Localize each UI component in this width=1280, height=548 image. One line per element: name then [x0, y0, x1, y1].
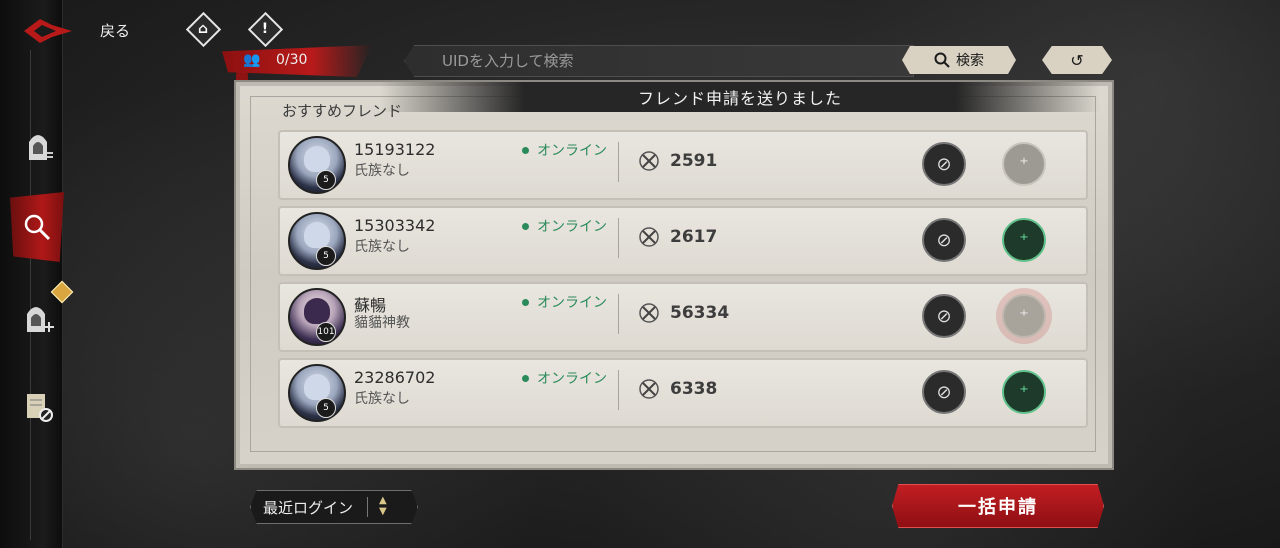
search-button-label: 検索 — [956, 53, 984, 69]
sort-arrows-icon: ▲ ▼ — [379, 495, 387, 517]
combat-power: 56334 — [670, 303, 730, 323]
block-icon: ⊘ — [936, 305, 952, 327]
online-dot-icon — [522, 374, 529, 382]
player-name: 15303342 — [354, 216, 436, 235]
crossed-swords-icon — [639, 227, 659, 247]
online-dot-icon — [522, 222, 529, 230]
block-icon: ⊘ — [936, 229, 952, 251]
combat-power: 6338 — [670, 379, 718, 399]
row-divider — [618, 142, 619, 182]
back-logo-icon[interactable] — [22, 17, 74, 45]
row-divider — [618, 218, 619, 258]
two-people-icon: 👥 — [243, 52, 261, 68]
scroll-blocked-icon — [27, 394, 53, 422]
add-friend-icon: ⁺ — [1019, 305, 1029, 327]
online-status: オンライン — [522, 216, 607, 236]
status-text: オンライン — [537, 295, 607, 311]
block-icon: ⊘ — [936, 381, 952, 403]
exclamation-icon: ! — [261, 21, 269, 37]
back-button[interactable]: 戻る — [100, 20, 130, 41]
level-badge: 5 — [316, 170, 336, 190]
section-title: おすすめフレンド — [282, 102, 403, 120]
avatar-hair — [304, 222, 330, 248]
toast-message: フレンド申請を送りました — [637, 89, 842, 108]
bulk-request-label: 一括申請 — [958, 497, 1038, 518]
add-friend-icon: ⁺ — [1019, 381, 1029, 403]
bulk-request-button[interactable]: 一括申請 — [892, 484, 1104, 528]
online-dot-icon — [522, 146, 529, 154]
player-name: 23286702 — [354, 368, 436, 387]
clan-name: 氏族なし — [354, 163, 410, 179]
level-badge: 101 — [316, 322, 336, 342]
row-divider — [618, 370, 619, 410]
friend-row: 5 15193122 氏族なし オンライン 2591 ⊘ ⁺ — [278, 130, 1088, 200]
hooded-figure-add-icon — [27, 307, 54, 332]
row-divider — [618, 294, 619, 334]
sort-separator — [367, 497, 368, 517]
add-friend-button[interactable]: ⁺ — [1002, 142, 1046, 186]
block-button[interactable]: ⊘ — [922, 294, 966, 338]
clan-name: 氏族なし — [354, 239, 410, 255]
status-text: オンライン — [537, 219, 607, 235]
friend-row: 101 蘇暢 貓貓神教 オンライン 56334 ⊘ ⁺ — [278, 282, 1088, 352]
add-friend-button[interactable]: ⁺ — [1002, 370, 1046, 414]
add-friend-button[interactable]: ⁺ — [1002, 218, 1046, 262]
search-button[interactable]: 検索 — [902, 46, 1016, 74]
refresh-button[interactable]: ↺ — [1042, 46, 1112, 74]
sort-label: 最近ログイン — [263, 498, 354, 517]
crossed-swords-icon — [639, 303, 659, 323]
toast-notification: フレンド申請を送りました — [380, 82, 1100, 112]
status-text: オンライン — [537, 143, 607, 159]
combat-power: 2591 — [670, 151, 718, 171]
add-friend-icon: ⁺ — [1019, 153, 1029, 175]
block-icon: ⊘ — [936, 153, 952, 175]
sort-dropdown[interactable]: 最近ログイン ▲ ▼ — [250, 490, 418, 524]
block-button[interactable]: ⊘ — [922, 218, 966, 262]
online-status: オンライン — [522, 368, 607, 388]
combat-power: 2617 — [670, 227, 718, 247]
level-badge: 5 — [316, 398, 336, 418]
friend-count: 0/30 — [276, 52, 308, 68]
clan-name: 氏族なし — [354, 391, 410, 407]
friend-row: 5 23286702 氏族なし オンライン 6338 ⊘ ⁺ — [278, 358, 1088, 428]
hooded-figure-list-icon — [29, 135, 53, 160]
left-nav-rail — [0, 0, 63, 548]
clan-name: 貓貓神教 — [354, 315, 410, 331]
home-icon: ⌂ — [197, 21, 209, 37]
avatar-hair — [304, 374, 330, 400]
nav-search-friends[interactable] — [10, 192, 64, 262]
home-button[interactable]: ⌂ — [185, 11, 221, 47]
refresh-icon: ↺ — [1070, 50, 1084, 70]
friend-row: 5 15303342 氏族なし オンライン 2617 ⊘ ⁺ — [278, 206, 1088, 276]
info-button[interactable]: ! — [247, 11, 283, 47]
nav-friend-list[interactable] — [18, 124, 58, 164]
avatar-hair — [304, 298, 330, 324]
nav-friend-requests[interactable] — [18, 296, 58, 336]
crossed-swords-icon — [639, 379, 659, 399]
search-icon — [934, 52, 950, 68]
online-dot-icon — [522, 298, 529, 306]
online-status: オンライン — [522, 140, 607, 160]
online-status: オンライン — [522, 292, 607, 312]
level-badge: 5 — [316, 246, 336, 266]
magnifier-search-icon — [24, 214, 51, 241]
nav-block-list[interactable] — [18, 386, 58, 426]
add-friend-button[interactable]: ⁺ — [1002, 294, 1046, 338]
block-button[interactable]: ⊘ — [922, 370, 966, 414]
uid-search-input[interactable] — [440, 46, 894, 76]
crossed-swords-icon — [639, 151, 659, 171]
avatar-hair — [304, 146, 330, 172]
status-text: オンライン — [537, 371, 607, 387]
player-name: 15193122 — [354, 140, 436, 159]
block-button[interactable]: ⊘ — [922, 142, 966, 186]
add-friend-icon: ⁺ — [1019, 229, 1029, 251]
